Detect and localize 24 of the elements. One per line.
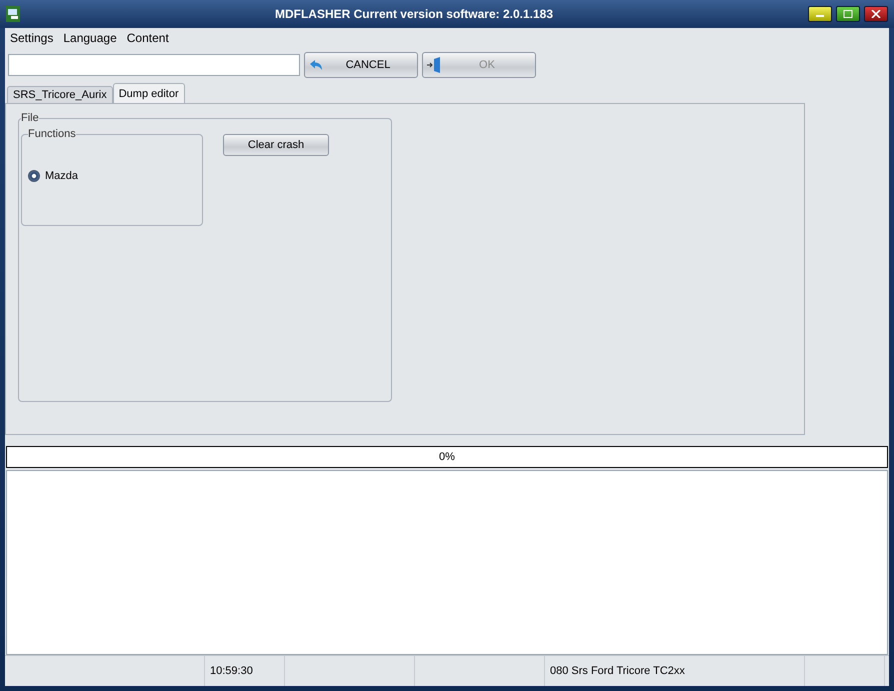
app-icon xyxy=(6,6,20,22)
close-button[interactable] xyxy=(864,6,888,22)
clear-crash-button[interactable]: Clear crash xyxy=(223,134,329,156)
radio-button[interactable] xyxy=(28,170,40,182)
group-title: Functions xyxy=(28,128,76,140)
status-text: 10:59:30 xyxy=(210,665,253,677)
close-icon xyxy=(871,10,881,18)
minimize-button[interactable] xyxy=(808,6,832,22)
maximize-icon xyxy=(843,10,853,18)
group-title: File xyxy=(21,112,39,124)
maximize-button[interactable] xyxy=(836,6,860,22)
status-text: 080 Srs Ford Tricore TC2xx xyxy=(550,665,685,677)
menu-item[interactable]: Content xyxy=(126,31,169,45)
window-title: MDFLASHER Current version software: 2.0.1.183 xyxy=(274,7,554,21)
option-label: Mazda xyxy=(45,170,78,182)
tab[interactable]: SRS_Tricore_Aurix xyxy=(7,86,113,103)
back-arrow-icon xyxy=(309,59,323,71)
progress-text: 0% xyxy=(439,451,455,463)
tab[interactable]: Dump editor xyxy=(112,83,185,103)
exit-door-icon xyxy=(427,57,443,73)
menu-item[interactable]: Settings xyxy=(10,31,54,45)
cancel-button[interactable]: CANCEL xyxy=(304,52,418,78)
input-field[interactable] xyxy=(8,54,300,76)
menu-item[interactable]: Language xyxy=(63,31,117,45)
